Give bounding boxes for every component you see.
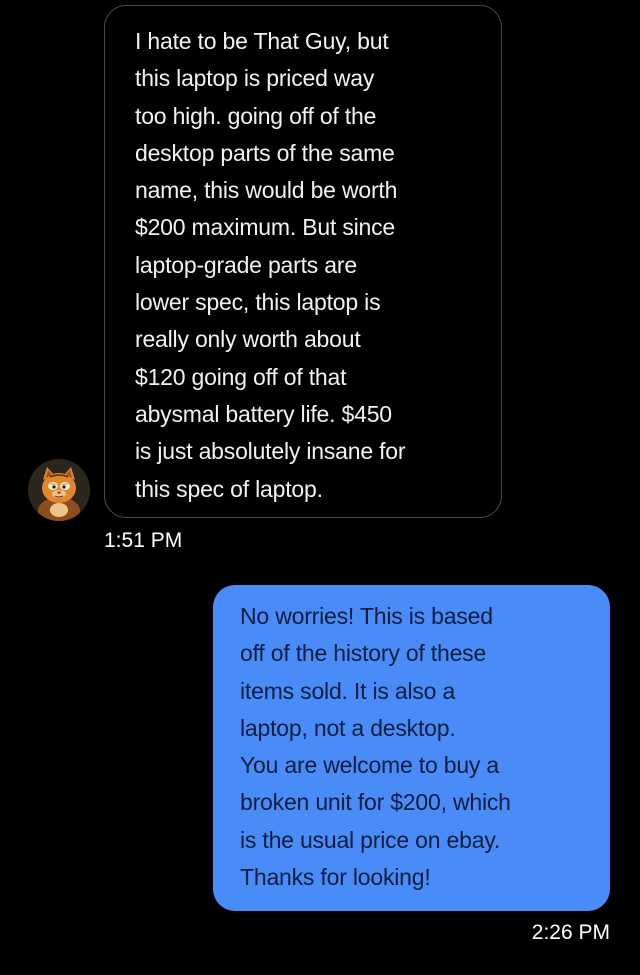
chat-thread: I hate to be That Guy, but this laptop i…: [0, 0, 640, 975]
sent-message-timestamp: 2:26 PM: [531, 921, 610, 944]
sent-message-bubble[interactable]: No worries! This is based off of the his…: [213, 585, 610, 911]
received-message-bubble[interactable]: I hate to be That Guy, but this laptop i…: [104, 5, 502, 518]
cartoon-cat-icon: [28, 459, 90, 521]
received-message-timestamp: 1:51 PM: [104, 529, 183, 552]
sender-avatar[interactable]: [28, 459, 90, 521]
